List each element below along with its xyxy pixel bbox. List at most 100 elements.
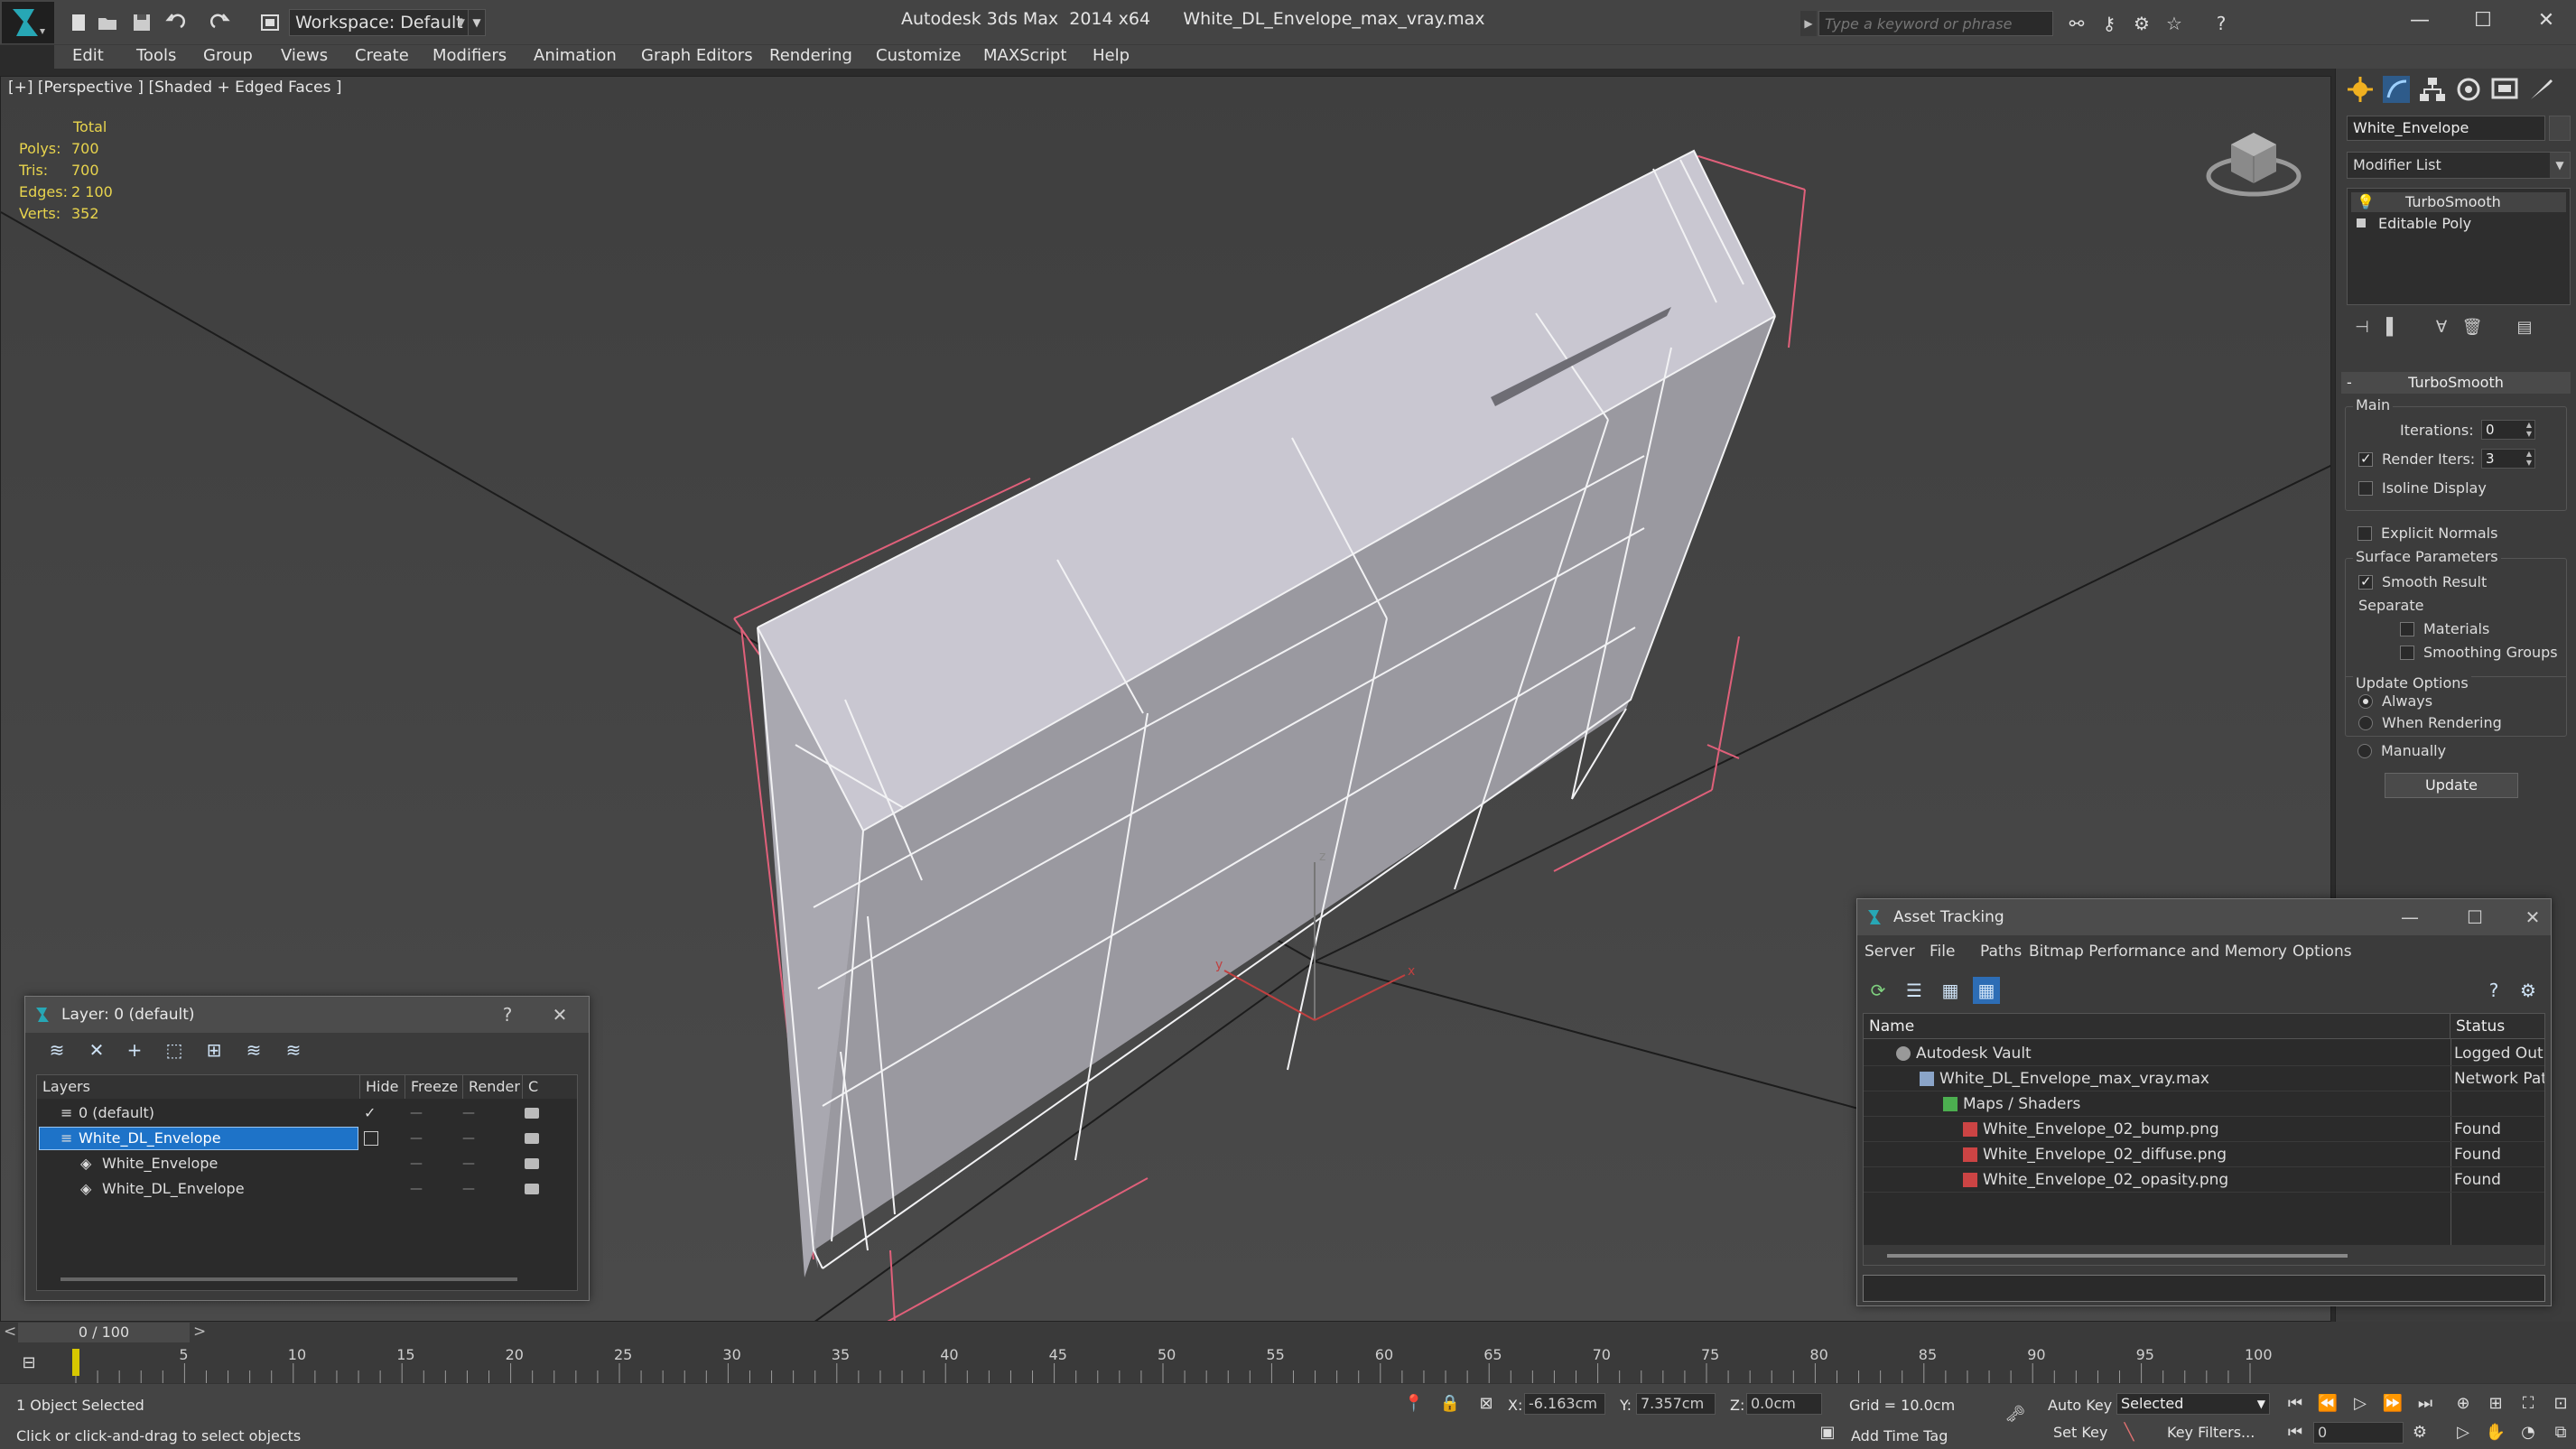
freeze-toggle[interactable]: — [460, 1151, 478, 1176]
key-mode-toggle-icon[interactable]: ⏮ [2284, 1422, 2306, 1444]
render-teapot-icon[interactable] [525, 1158, 539, 1169]
render-teapot-icon[interactable] [525, 1108, 539, 1119]
modifier-list-dropdown[interactable]: Modifier List ▼ [2347, 152, 2571, 179]
track-bar[interactable]: ⊟ 5 10 15 20 25 30 35 40 45 50 55 60 65 70 75 80 85 90 95 1… [0, 1343, 2576, 1383]
always-radio[interactable] [2358, 694, 2373, 709]
menu-animation[interactable]: Animation [534, 45, 617, 69]
go-to-end-icon[interactable]: ⏭ [2414, 1393, 2436, 1415]
minimize-icon[interactable]: — [2392, 899, 2428, 935]
select-in-layer-icon[interactable]: ⬚ [161, 1036, 188, 1064]
pin-stack-icon[interactable]: ⊣ [2350, 316, 2374, 339]
time-configuration-icon[interactable]: ⚙ [2409, 1422, 2431, 1444]
time-slider-next-icon[interactable]: > [193, 1323, 206, 1341]
asset-row[interactable]: White_DL_Envelope_max_vray.max Network P… [1864, 1066, 2544, 1091]
hierarchy-tab-icon[interactable] [2417, 74, 2448, 105]
spinner-arrows-icon[interactable]: ▲ ▼ [2524, 450, 2534, 468]
dialog-title-bar[interactable]: Layer: 0 (default) ? ✕ [25, 997, 589, 1033]
project-folder-icon[interactable] [258, 11, 282, 34]
column-header-color[interactable]: C [523, 1075, 577, 1099]
layer-row[interactable]: ◈ White_Envelope — — [37, 1151, 577, 1176]
zoom-extents-all-icon[interactable]: ⊡ [2550, 1393, 2571, 1415]
asset-row[interactable]: Maps / Shaders [1864, 1091, 2544, 1117]
current-layer-box-icon[interactable] [364, 1131, 378, 1146]
make-unique-icon[interactable]: ∀ [2430, 316, 2453, 339]
undo-icon[interactable] [164, 11, 188, 34]
refresh-icon[interactable]: ⟳ [1865, 977, 1892, 1004]
render-teapot-icon[interactable] [525, 1133, 539, 1144]
menu-tools[interactable]: Tools [136, 45, 176, 69]
motion-tab-icon[interactable] [2453, 74, 2484, 105]
selection-lock-icon[interactable]: 🔒 [1439, 1393, 1461, 1415]
list-view-icon[interactable]: ☰ [1901, 977, 1928, 1004]
freeze-toggle[interactable]: — [460, 1101, 478, 1126]
scrollbar-thumb[interactable] [1887, 1254, 2348, 1258]
dialog-title-bar[interactable]: Asset Tracking — ☐ ✕ [1857, 899, 2551, 935]
open-file-icon[interactable] [96, 11, 119, 34]
menu-graph-editors[interactable]: Graph Editors [641, 45, 753, 69]
viewport-label[interactable]: [+] [Perspective ] [Shaded + Edged Faces… [8, 79, 341, 97]
horizontal-scrollbar[interactable] [1864, 1245, 2544, 1265]
key-mode-dropdown[interactable]: Selected ▼ [2116, 1393, 2270, 1415]
maximize-viewport-icon[interactable]: ⧉ [2550, 1422, 2571, 1444]
freeze-all-layers-icon[interactable]: ≋ [280, 1036, 307, 1064]
turbosmooth-rollout-header[interactable]: - TurboSmooth [2341, 372, 2571, 394]
zoom-extents-icon[interactable]: ⛶ [2517, 1393, 2539, 1415]
app-logo-icon[interactable] [2, 2, 54, 43]
hide-toggle[interactable]: — [407, 1126, 425, 1151]
help-icon[interactable]: ? [2210, 13, 2232, 34]
freeze-toggle[interactable]: — [460, 1176, 478, 1202]
menu-maxscript[interactable]: MAXScript [983, 45, 1066, 69]
asset-row[interactable]: White_Envelope_02_bump.png Found [1864, 1117, 2544, 1142]
smoothing-groups-checkbox[interactable] [2400, 646, 2414, 660]
stack-item-editable-poly[interactable]: Editable Poly [2351, 214, 2566, 234]
menu-options[interactable]: Options [2292, 943, 2352, 961]
manually-radio[interactable] [2357, 744, 2372, 758]
close-button[interactable]: ✕ [2515, 0, 2576, 42]
render-iters-spinner[interactable]: 3 ▲ ▼ [2481, 449, 2535, 469]
z-coord-field[interactable]: 0.0cm [1746, 1393, 1822, 1415]
menu-help[interactable]: Help [1093, 45, 1130, 69]
x-coord-field[interactable]: -6.163cm [1524, 1393, 1605, 1415]
set-key-button[interactable]: Set Key [2053, 1424, 2107, 1441]
render-iters-checkbox[interactable] [2358, 450, 2373, 467]
spinner-arrows-icon[interactable]: ▲ ▼ [2524, 421, 2534, 439]
workspace-dropdown[interactable]: Workspace: Default ▼ [289, 9, 470, 36]
remove-modifier-icon[interactable]: 🗑 [2460, 316, 2484, 339]
subscription-key-icon[interactable]: ⚷ [2098, 13, 2120, 34]
go-to-start-icon[interactable]: ⏮ [2284, 1393, 2306, 1415]
menu-server[interactable]: Server [1865, 943, 1915, 961]
binoculars-icon[interactable]: ⚯ [2066, 13, 2088, 34]
asset-row[interactable]: Autodesk Vault Logged Out [1864, 1041, 2544, 1066]
set-key-icon[interactable]: 🗝 [1997, 1404, 2033, 1426]
create-tab-icon[interactable] [2345, 74, 2376, 105]
absolute-transform-icon[interactable]: ⊠ [1475, 1393, 1497, 1415]
current-frame-field[interactable]: 0 [2313, 1422, 2404, 1444]
column-header-freeze[interactable]: Freeze [405, 1075, 463, 1099]
time-slider[interactable]: < 0 / 100 > [0, 1322, 2576, 1343]
zoom-all-icon[interactable]: ⊞ [2485, 1393, 2506, 1415]
menu-create[interactable]: Create [355, 45, 409, 69]
layers-icon[interactable]: ≋ [43, 1036, 70, 1064]
play-icon[interactable]: ▷ [2349, 1393, 2371, 1415]
viewcube-icon[interactable] [2204, 113, 2303, 212]
pan-view-icon[interactable]: ✋ [2485, 1422, 2506, 1444]
column-header-layers[interactable]: Layers [37, 1075, 360, 1099]
time-tag-icon[interactable]: ▣ [1817, 1422, 1838, 1444]
display-tab-icon[interactable] [2489, 74, 2520, 105]
time-slider-prev-icon[interactable]: < [4, 1323, 16, 1341]
thumbnail-view-icon[interactable]: ▦ [1937, 977, 1964, 1004]
iterations-spinner[interactable]: 0 ▲ ▼ [2481, 420, 2535, 440]
search-expand-icon[interactable]: ▶ [1800, 11, 1817, 36]
when-rendering-radio[interactable] [2358, 716, 2373, 730]
layer-row[interactable]: ≡ 0 (default) ✓ — — [37, 1101, 577, 1126]
table-view-icon[interactable]: ▦ [1973, 977, 2000, 1004]
menu-group[interactable]: Group [203, 45, 253, 69]
menu-bitmap-performance[interactable]: Bitmap Performance and Memory [2029, 943, 2287, 961]
key-filters-button[interactable]: Key Filters... [2167, 1424, 2255, 1441]
highlight-selected-layer-icon[interactable]: ⊞ [200, 1036, 228, 1064]
previous-frame-icon[interactable]: ⏪ [2317, 1393, 2339, 1415]
materials-checkbox[interactable] [2400, 622, 2414, 636]
isolate-selection-icon[interactable]: 📍 [1403, 1393, 1425, 1415]
freeze-toggle[interactable]: — [460, 1126, 478, 1151]
settings-icon[interactable]: ⚙ [2515, 977, 2542, 1004]
